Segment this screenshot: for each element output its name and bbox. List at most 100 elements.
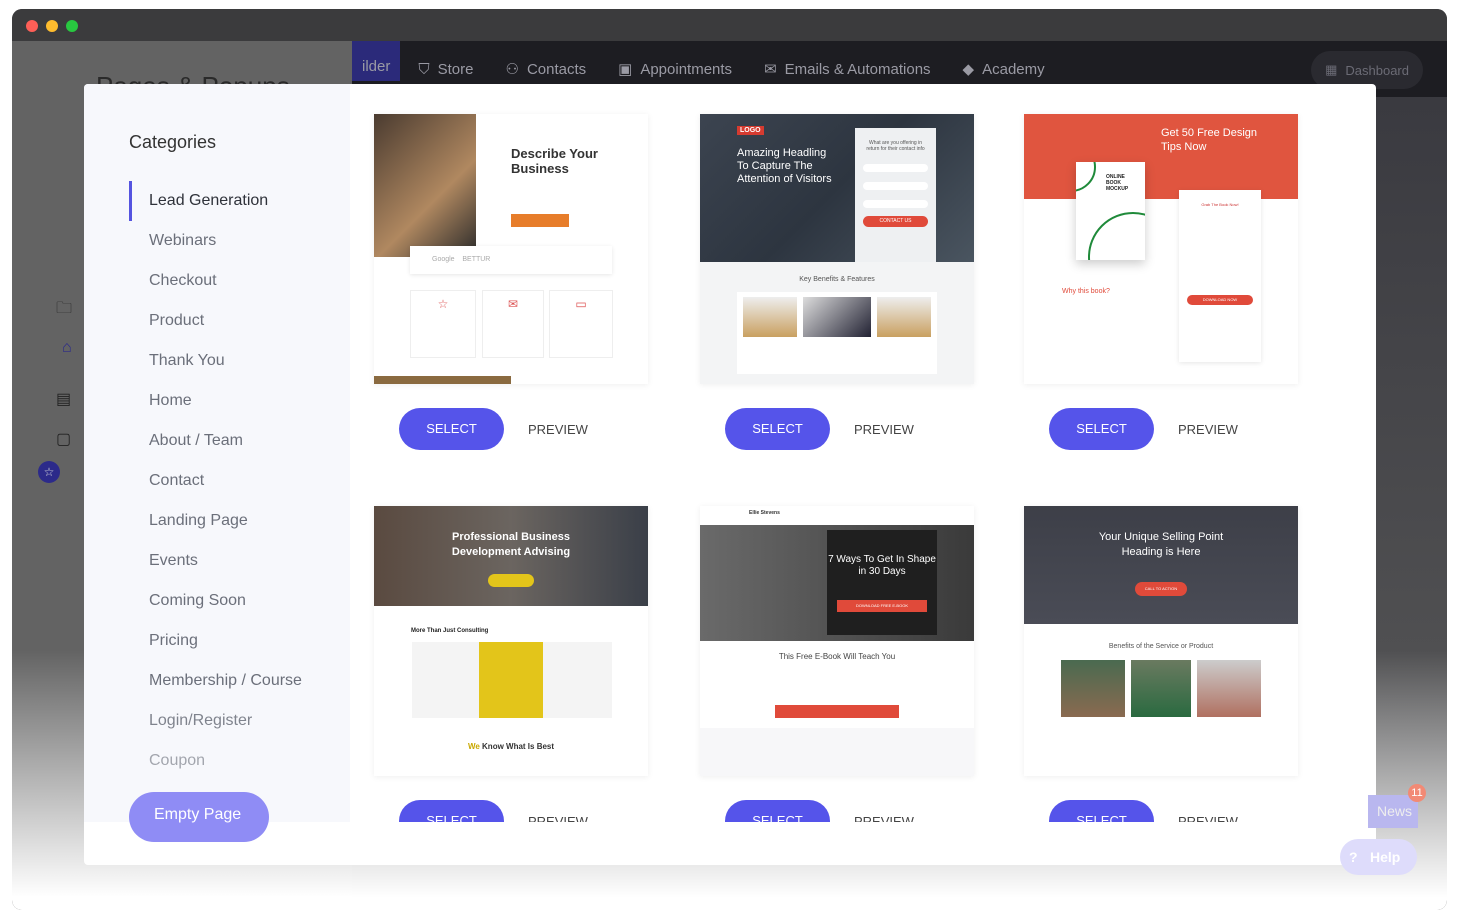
- category-item[interactable]: Login/Register: [129, 701, 329, 741]
- star-icon[interactable]: ☆: [38, 461, 60, 483]
- monitor-icon: ▭: [549, 290, 613, 358]
- download-button: DOWNLOAD NOW: [1187, 295, 1253, 305]
- preview-link[interactable]: PREVIEW: [1178, 422, 1238, 437]
- category-item[interactable]: About / Team: [129, 421, 329, 461]
- footer-accent: We: [467, 742, 480, 751]
- footer-photo: [374, 376, 511, 384]
- logo-badge: LOGO: [737, 126, 764, 135]
- calendar-icon: ▣: [618, 61, 633, 78]
- template-thumbnail[interactable]: Your Unique Selling Point Heading is Her…: [1024, 506, 1298, 776]
- book-mockup: ONLINE BOOK MOCKUP: [1076, 162, 1145, 260]
- mail-icon: ✉: [482, 290, 544, 358]
- template-picker-modal: Categories Lead Generation Webinars Checko…: [84, 84, 1376, 865]
- category-item[interactable]: Lead Generation: [129, 181, 329, 221]
- template-thumbnail[interactable]: Get 50 Free Design Tips Now ONLINE BOOK …: [1024, 114, 1298, 384]
- template-grid: Describe Your Business Google BETTUR ☆ ✉…: [350, 84, 1376, 822]
- close-window-button[interactable]: [26, 20, 38, 32]
- template-heading: Your Unique Selling Point Heading is Her…: [1098, 531, 1224, 558]
- template-card: Describe Your Business Google BETTUR ☆ ✉…: [374, 114, 648, 459]
- contact-form: What are you offering in return for thei…: [855, 128, 936, 262]
- download-button: DOWNLOAD FREE E-BOOK: [837, 600, 927, 612]
- laptop-photo: [374, 114, 476, 257]
- nav-builder[interactable]: ilder: [352, 41, 401, 81]
- cta-button: CALL TO ACTION: [1135, 582, 1187, 596]
- hero-box: 7 Ways To Get In Shape in 30 Days DOWNLO…: [827, 530, 937, 635]
- category-item[interactable]: Checkout: [129, 261, 329, 301]
- preview-link[interactable]: PREVIEW: [528, 422, 588, 437]
- nav-store[interactable]: ⛉ Store: [418, 61, 473, 78]
- help-button[interactable]: ? Help: [1340, 839, 1417, 875]
- section-heading: Why this book?: [1062, 288, 1110, 295]
- template-card: Get 50 Free Design Tips Now ONLINE BOOK …: [1024, 114, 1298, 459]
- graduation-cap-icon: ◆: [962, 61, 975, 78]
- select-button[interactable]: SELECT: [399, 408, 504, 450]
- select-button[interactable]: SELECT: [1049, 800, 1154, 822]
- nav-appointments[interactable]: ▣ Appointments: [618, 60, 733, 79]
- home-icon[interactable]: ⌂: [62, 339, 80, 356]
- nav-label: ilder: [362, 58, 391, 75]
- select-button[interactable]: SELECT: [725, 800, 830, 822]
- section-heading: Benefits of the Service or Product: [1108, 643, 1214, 650]
- cta-button: [488, 574, 534, 587]
- empty-page-button[interactable]: Empty Page: [129, 792, 269, 842]
- section-heading: More Than Just Consulting: [411, 628, 489, 634]
- category-item[interactable]: Home: [129, 381, 329, 421]
- category-item[interactable]: Webinars: [129, 221, 329, 261]
- book-title: ONLINE BOOK MOCKUP: [1106, 174, 1129, 192]
- template-thumbnail[interactable]: Ellie Stevens 7 Ways To Get In Shape in …: [700, 506, 974, 776]
- category-item[interactable]: Thank You: [129, 341, 329, 381]
- template-heading: Describe Your Business: [511, 146, 598, 176]
- nav-academy[interactable]: ◆ Academy: [962, 60, 1045, 79]
- template-thumbnail[interactable]: Professional Business Development Advisi…: [374, 506, 648, 776]
- benefit-photo: [1061, 660, 1125, 717]
- nav-label: Academy: [982, 60, 1045, 78]
- template-heading: Amazing Headling To Capture The Attentio…: [737, 147, 832, 185]
- benefit-cards: [737, 292, 937, 374]
- preview-link[interactable]: PREVIEW: [854, 814, 914, 823]
- dashboard-label: Dashboard: [1345, 62, 1409, 78]
- help-label: Help: [1370, 849, 1401, 865]
- dashboard-icon: ▦: [1325, 62, 1338, 77]
- select-button[interactable]: SELECT: [1049, 408, 1154, 450]
- footer-heading: We Know What Is Best: [374, 742, 648, 751]
- category-item[interactable]: Coming Soon: [129, 581, 329, 621]
- category-item[interactable]: Membership / Course: [129, 661, 329, 701]
- book-form: Grab The Book Now! DOWNLOAD NOW: [1179, 190, 1261, 362]
- hero-photo: [1024, 506, 1298, 624]
- category-item[interactable]: Pricing: [129, 621, 329, 661]
- minimize-window-button[interactable]: [46, 20, 58, 32]
- section-heading: Key Benefits & Features: [799, 276, 875, 283]
- template-thumbnail[interactable]: Describe Your Business Google BETTUR ☆ ✉…: [374, 114, 648, 384]
- title-bar: [12, 9, 1447, 41]
- nav-emails[interactable]: ✉ Emails & Automations: [764, 60, 930, 79]
- contact-button: CONTACT US: [863, 216, 928, 227]
- preview-link[interactable]: PREVIEW: [854, 422, 914, 437]
- logo-text: BETTUR: [462, 256, 491, 263]
- document-icon[interactable]: ▤: [56, 389, 74, 408]
- logo-text: Google: [432, 256, 455, 263]
- nav-label: Appointments: [640, 60, 733, 78]
- template-thumbnail[interactable]: LOGO Amazing Headling To Capture The Att…: [700, 114, 974, 384]
- shopping-bag-icon[interactable]: ▢: [56, 429, 74, 448]
- maximize-window-button[interactable]: [66, 20, 78, 32]
- select-button[interactable]: SELECT: [725, 408, 830, 450]
- category-item[interactable]: Landing Page: [129, 501, 329, 541]
- category-item[interactable]: Product: [129, 301, 329, 341]
- star-icon: ☆: [410, 290, 476, 358]
- preview-link[interactable]: PREVIEW: [1178, 814, 1238, 823]
- category-item[interactable]: Contact: [129, 461, 329, 501]
- benefit-photo: [1197, 660, 1261, 717]
- nav-contacts[interactable]: ⚇ Contacts: [505, 60, 586, 79]
- folder-icon[interactable]: 🗀: [56, 297, 74, 317]
- template-heading: 7 Ways To Get In Shape in 30 Days: [828, 554, 936, 577]
- category-item[interactable]: Events: [129, 541, 329, 581]
- mail-icon: ✉: [764, 61, 777, 78]
- categories-title: Categories: [129, 132, 217, 152]
- category-item[interactable]: Coupon: [129, 741, 329, 781]
- form-title: Grab The Book Now!: [1201, 202, 1239, 207]
- preview-link[interactable]: PREVIEW: [528, 814, 588, 823]
- template-card: Your Unique Selling Point Heading is Her…: [1024, 506, 1298, 822]
- shopping-bag-icon: ⛉: [418, 60, 430, 78]
- template-card: LOGO Amazing Headling To Capture The Att…: [700, 114, 974, 459]
- select-button[interactable]: SELECT: [399, 800, 504, 822]
